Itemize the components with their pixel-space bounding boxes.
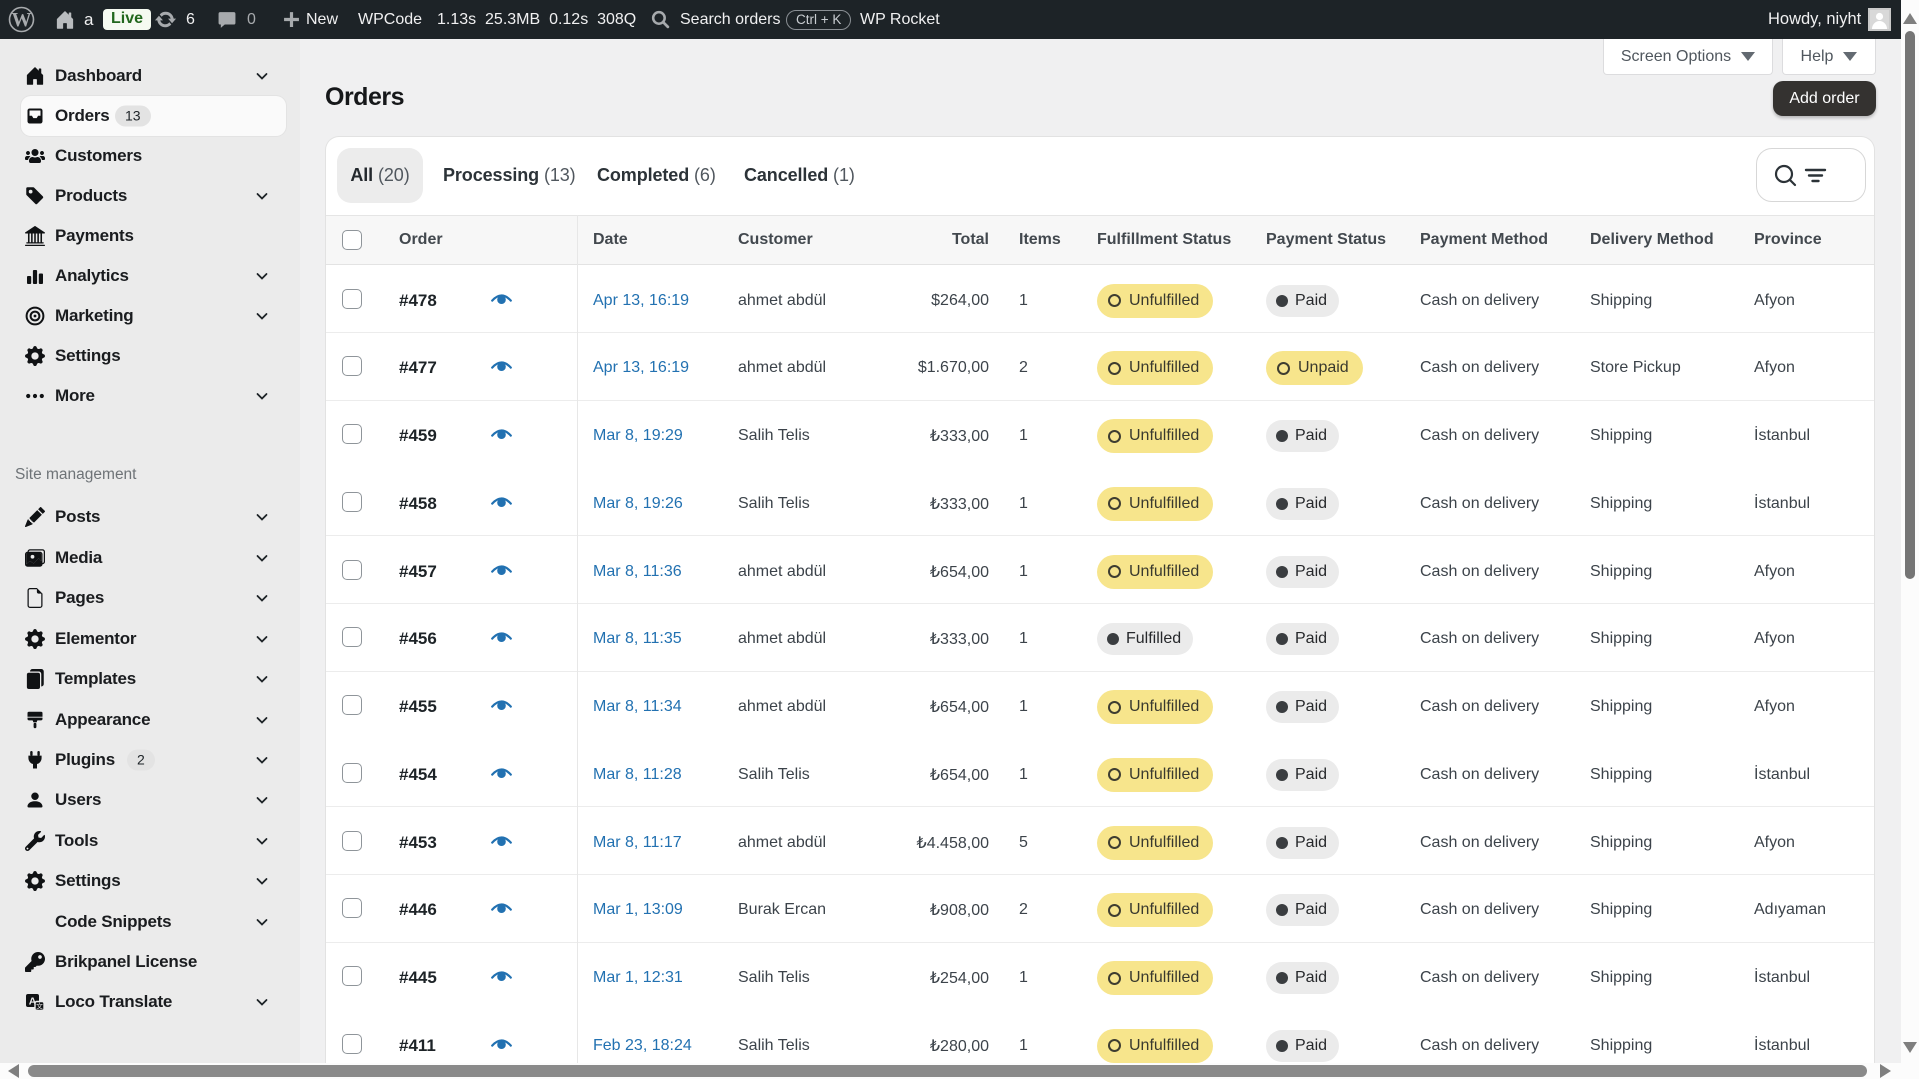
svg-text:文: 文 [36,1002,43,1011]
svg-text:W: W [12,9,32,31]
